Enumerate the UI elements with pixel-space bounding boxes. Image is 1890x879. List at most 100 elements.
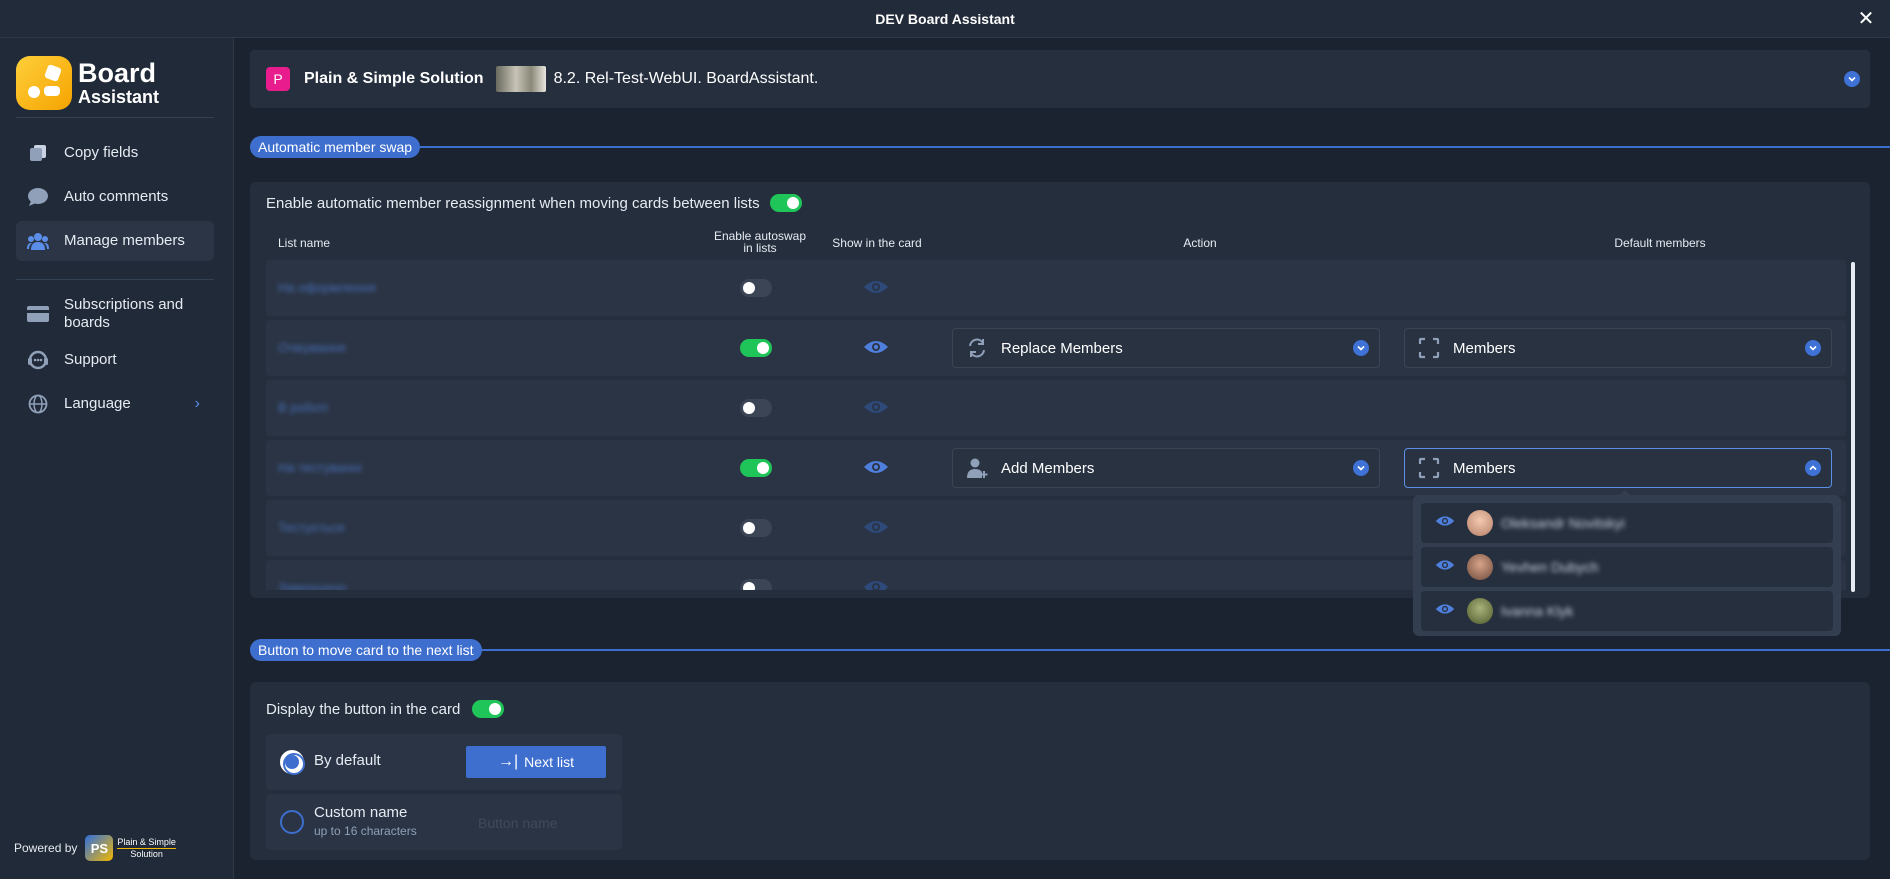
- display-button-label: Display the button in the card: [266, 700, 461, 718]
- next-list-panel: Display the button in the card By defaul…: [250, 682, 1870, 860]
- action-value: Replace Members: [1001, 339, 1123, 357]
- autoswap-enable-row: Enable automatic member reassignment whe…: [266, 194, 802, 212]
- chevron-down-icon: [1353, 460, 1369, 476]
- powered-by: Powered by PS Plain & Simple Solution: [14, 835, 176, 861]
- app-logo: Board Assistant: [16, 56, 159, 110]
- members-value: Members: [1453, 459, 1516, 477]
- autoswap-row-toggle[interactable]: [740, 519, 772, 537]
- next-list-button-preview: →| Next list: [466, 746, 606, 778]
- option-by-default[interactable]: By default →| Next list: [266, 734, 622, 790]
- action-value: Add Members: [1001, 459, 1095, 477]
- member-name: Yevhen Dubych: [1501, 559, 1599, 575]
- autoswap-enable-toggle[interactable]: [769, 194, 802, 212]
- member-name: Oleksandr Novitskyi: [1501, 515, 1625, 531]
- eye-icon[interactable]: [1435, 514, 1455, 532]
- title-bar: DEV Board Assistant ✕: [0, 0, 1890, 38]
- board-selector[interactable]: P Plain & Simple Solution 8.2. Rel-Test-…: [250, 50, 1870, 108]
- option-custom-name[interactable]: Custom name up to 16 characters: [266, 794, 622, 850]
- sidebar-item-label: Manage members: [64, 232, 185, 249]
- by-default-radio[interactable]: [280, 750, 305, 775]
- replace-icon: [965, 336, 989, 360]
- workspace-badge: P: [266, 67, 290, 91]
- sidebar-item-subscriptions[interactable]: Subscriptions and boards: [16, 292, 214, 336]
- member-option[interactable]: Yevhen Dubych: [1421, 547, 1833, 587]
- list-name: На тестуванні: [278, 460, 362, 475]
- window-title: DEV Board Assistant: [875, 10, 1015, 27]
- autoswap-enable-label: Enable automatic member reassignment whe…: [266, 194, 760, 212]
- autoswap-row-toggle[interactable]: [740, 339, 772, 357]
- powered-by-label: Powered by: [14, 841, 78, 855]
- list-name: В роботі: [278, 400, 328, 415]
- members-icon: [26, 229, 50, 253]
- members-select-open[interactable]: Members: [1404, 448, 1832, 488]
- close-icon[interactable]: ✕: [1856, 9, 1876, 29]
- section-title: Automatic member swap: [250, 136, 421, 158]
- section-line: [420, 146, 1890, 148]
- workspace-name: Plain & Simple Solution: [304, 70, 484, 87]
- eye-icon[interactable]: [863, 398, 889, 420]
- select-frame-icon: [1417, 456, 1441, 480]
- sidebar-item-auto-comments[interactable]: Auto comments: [16, 177, 214, 217]
- members-dropdown: Oleksandr Novitskyi Yevhen Dubych Ivanna…: [1413, 490, 1841, 636]
- autoswap-row-toggle[interactable]: [740, 399, 772, 417]
- next-list-button-label: Next list: [524, 754, 574, 770]
- list-name: Очікування: [278, 340, 346, 355]
- scrollbar-thumb[interactable]: [1851, 262, 1855, 592]
- eye-icon[interactable]: [863, 518, 889, 540]
- members-select[interactable]: Members: [1404, 328, 1832, 368]
- header-action: Action: [1183, 236, 1217, 250]
- header-enable-autoswap: Enable autoswap in lists: [705, 230, 815, 254]
- custom-name-radio[interactable]: [280, 810, 304, 834]
- header-show-in-card: Show in the card: [832, 236, 922, 250]
- avatar: [1467, 554, 1493, 580]
- section-header-autoswap: Automatic member swap: [250, 136, 1890, 158]
- eye-icon[interactable]: [863, 338, 889, 360]
- sidebar-item-manage-members[interactable]: Manage members: [16, 221, 214, 261]
- display-button-toggle[interactable]: [472, 700, 505, 718]
- button-name-input[interactable]: [466, 810, 606, 836]
- sidebar-item-label: Auto comments: [64, 188, 169, 205]
- member-option[interactable]: Oleksandr Novitskyi: [1421, 503, 1833, 543]
- action-select[interactable]: Add Members: [952, 448, 1380, 488]
- autoswap-row-toggle[interactable]: [740, 579, 772, 590]
- eye-icon[interactable]: [863, 458, 889, 480]
- comment-icon: [26, 185, 50, 209]
- sidebar-divider: [16, 117, 214, 118]
- logo-icon: [16, 56, 72, 110]
- eye-icon[interactable]: [1435, 602, 1455, 620]
- sidebar-item-label: Copy fields: [64, 144, 139, 161]
- sidebar-item-label: Language: [64, 395, 131, 412]
- ps-logo-name-line1: Plain & Simple: [117, 836, 176, 849]
- header-default-members: Default members: [1614, 236, 1706, 250]
- eye-icon[interactable]: [863, 278, 889, 300]
- action-select[interactable]: Replace Members: [952, 328, 1380, 368]
- sidebar-item-language[interactable]: Language ›: [16, 384, 214, 424]
- list-name: Завершено: [278, 580, 347, 590]
- ps-logo[interactable]: PS Plain & Simple Solution: [85, 835, 176, 861]
- autoswap-row-toggle[interactable]: [740, 279, 772, 297]
- list-name: Тестується: [278, 520, 345, 535]
- support-icon: [26, 348, 50, 372]
- avatar: [1467, 598, 1493, 624]
- eye-icon[interactable]: [863, 578, 889, 590]
- avatar: [1467, 510, 1493, 536]
- sidebar: Board Assistant Copy fields Auto comment…: [0, 38, 234, 879]
- member-option[interactable]: Ivanna Klyk: [1421, 591, 1833, 631]
- ps-logo-icon: PS: [85, 835, 114, 861]
- main-content: P Plain & Simple Solution 8.2. Rel-Test-…: [234, 38, 1890, 879]
- chevron-right-icon: ›: [194, 395, 200, 412]
- chevron-up-icon: [1805, 460, 1821, 476]
- display-button-row: Display the button in the card: [266, 700, 505, 718]
- members-value: Members: [1453, 339, 1516, 357]
- eye-icon[interactable]: [1435, 558, 1455, 576]
- sidebar-item-label: Support: [64, 351, 117, 368]
- sidebar-divider: [16, 279, 214, 280]
- chevron-down-icon[interactable]: [1844, 71, 1860, 87]
- list-row: В роботі: [266, 380, 1846, 436]
- select-frame-icon: [1417, 336, 1441, 360]
- sidebar-item-copy-fields[interactable]: Copy fields: [16, 133, 214, 173]
- autoswap-row-toggle[interactable]: [740, 459, 772, 477]
- header-enable-autoswap-line2: in lists: [743, 241, 777, 255]
- sidebar-item-label: Subscriptions and boards: [64, 296, 184, 331]
- sidebar-item-support[interactable]: Support: [16, 340, 214, 380]
